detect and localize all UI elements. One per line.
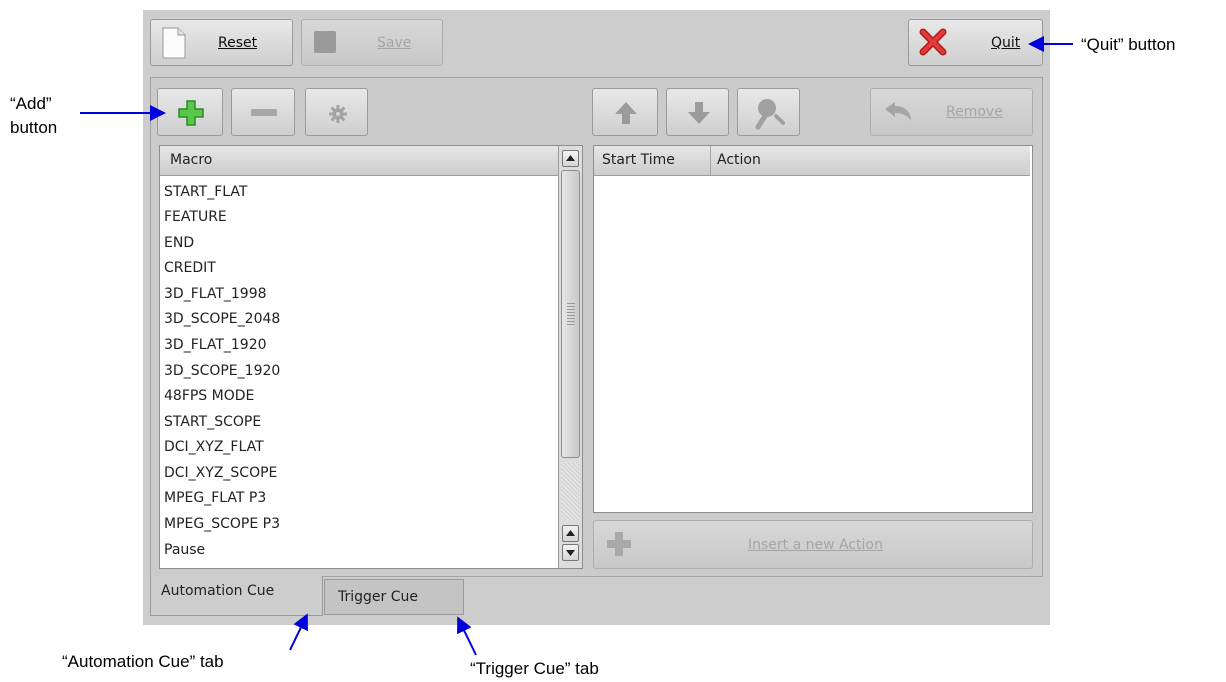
automation-tab-arrow: [289, 613, 308, 651]
callout-arrows: [80, 36, 1073, 656]
trigger-tab-arrow: [457, 616, 477, 656]
